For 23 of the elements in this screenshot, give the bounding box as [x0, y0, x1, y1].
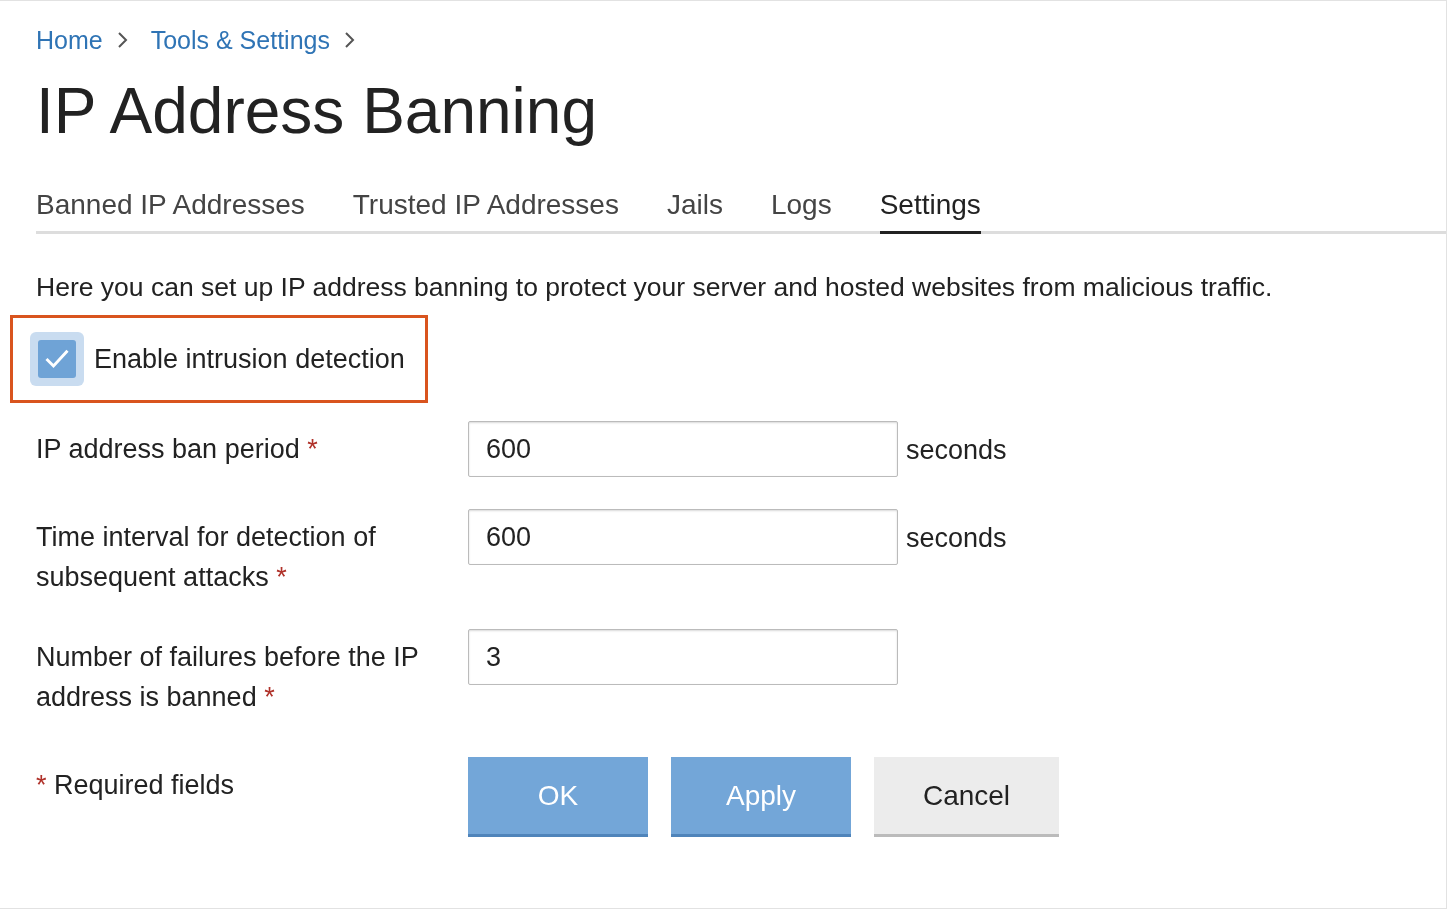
description-text: Here you can set up IP address banning to protect your server and hosted websites from malicious traffic.: [36, 272, 1274, 303]
tab[interactable]: Logs: [770, 189, 832, 234]
field-label: Time interval for detection of subsequent attacks *: [36, 521, 377, 594]
required-note: * Required fields: [36, 769, 236, 802]
field-label: IP address ban period *: [36, 433, 319, 466]
form-button[interactable]: Cancel: [874, 757, 1059, 837]
checkbox[interactable]: [30, 332, 84, 386]
tab[interactable]: Jails: [666, 189, 723, 234]
input-field[interactable]: 3: [468, 629, 898, 685]
tab[interactable]: Banned IP Addresses: [36, 189, 305, 234]
unit-label: seconds: [906, 435, 1007, 466]
unit-label: seconds: [906, 523, 1007, 554]
tab[interactable]: Settings: [879, 189, 981, 234]
checkbox-label: Enable intrusion detection: [94, 343, 405, 375]
breadcrumb-link[interactable]: Home: [36, 25, 103, 55]
page-title: IP Address Banning: [36, 74, 598, 149]
input-field[interactable]: 600: [468, 509, 898, 565]
tab[interactable]: Trusted IP Addresses: [352, 189, 619, 234]
chevron-icon: [343, 31, 356, 49]
field-label: Number of failures before the IP address is banned *: [36, 641, 420, 714]
chevron-icon: [116, 31, 129, 49]
breadcrumb-link[interactable]: Tools & Settings: [150, 25, 330, 55]
input-field[interactable]: 600: [468, 421, 898, 477]
